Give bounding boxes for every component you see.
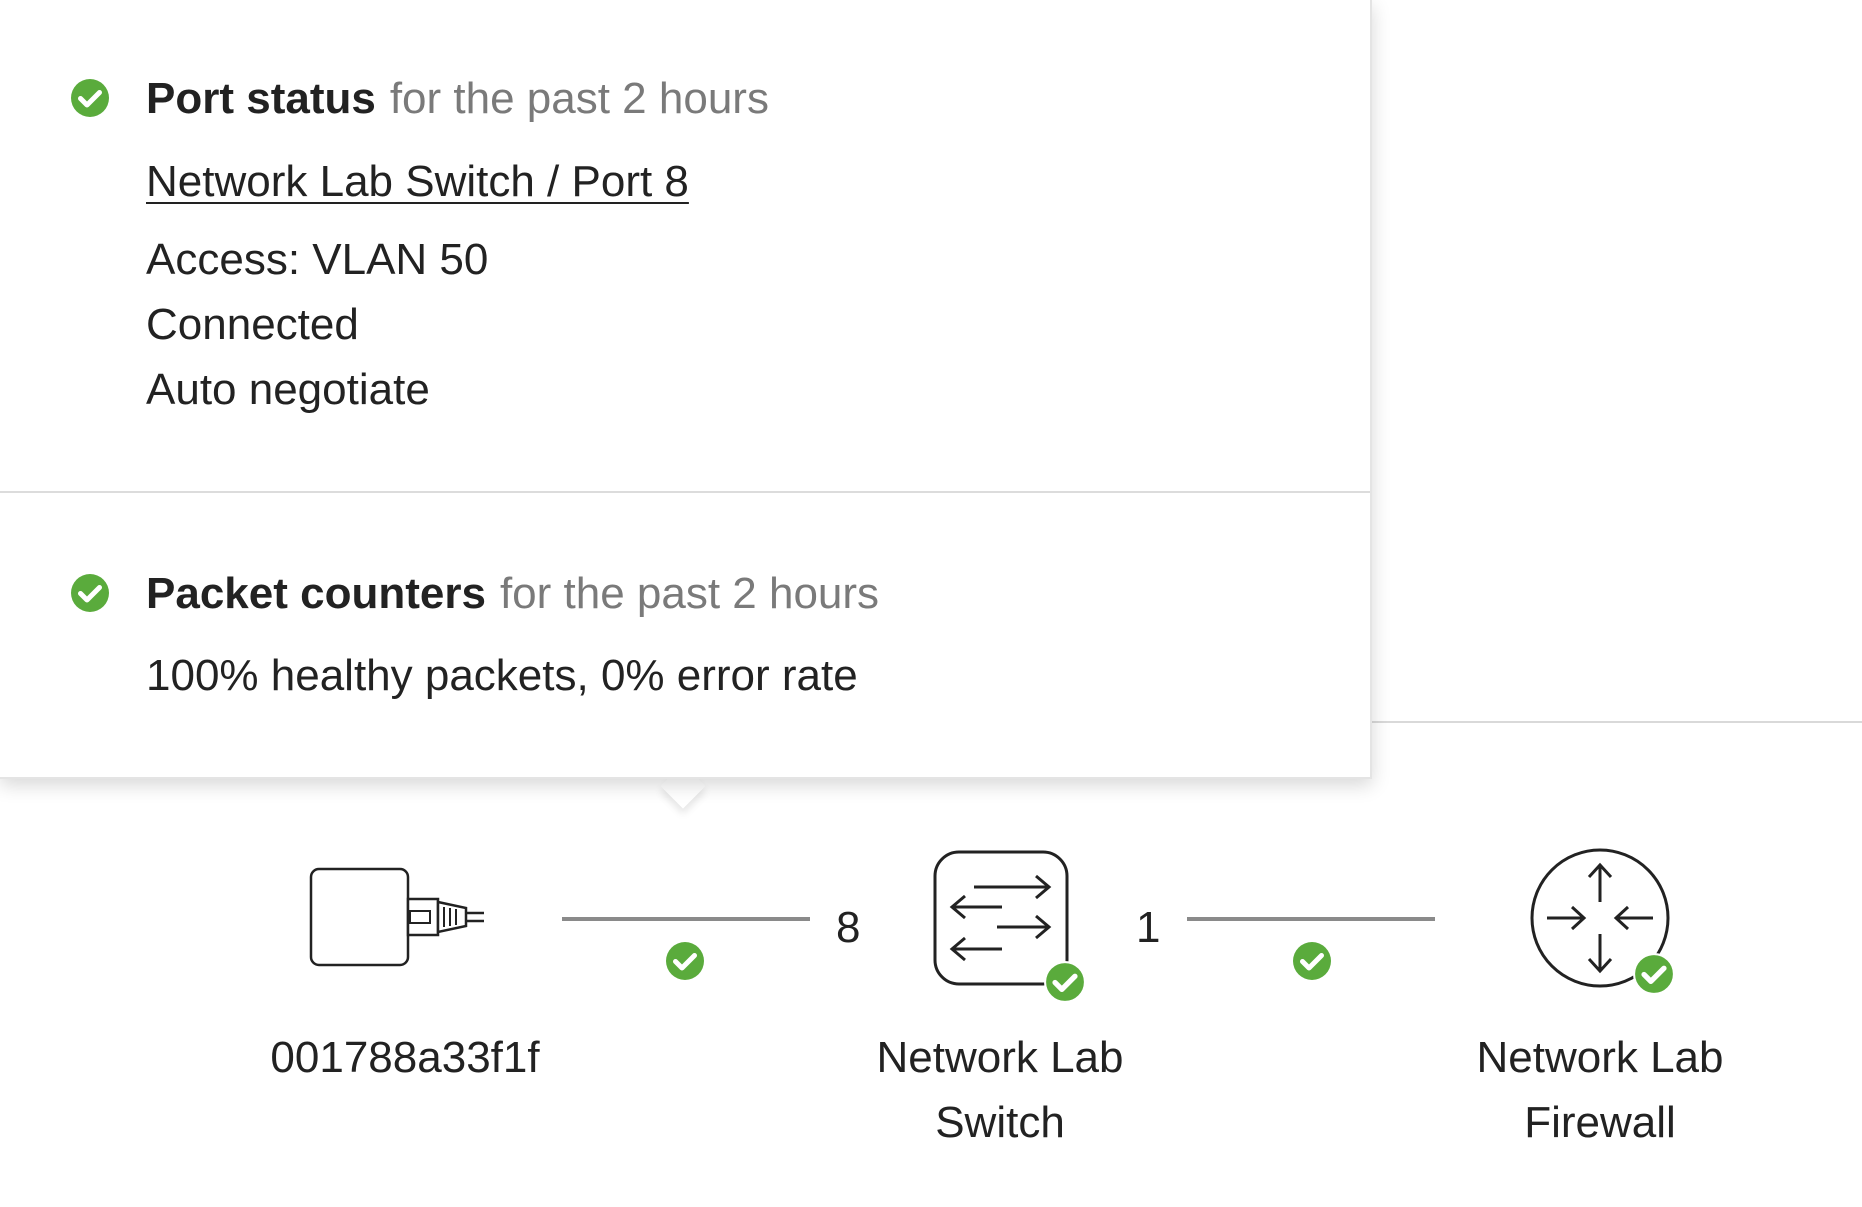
port-details-popover: Port status for the past 2 hours Network … — [0, 0, 1372, 779]
firewall-label-line1: Network Lab — [1476, 1033, 1724, 1082]
firewall-label-line2: Firewall — [1524, 1098, 1676, 1147]
port-negotiation-text: Auto negotiate — [146, 365, 430, 414]
switch-status-ok-icon — [1044, 961, 1086, 1003]
packet-counters-title: Packet counters — [146, 569, 486, 618]
switch-label-line1: Network Lab — [876, 1033, 1124, 1082]
switch-firewall-link — [1187, 917, 1435, 921]
uplink-port-number: 1 — [1136, 903, 1161, 952]
packet-counters-timeframe: for the past 2 hours — [499, 569, 880, 618]
link-status-ok-icon — [666, 942, 704, 980]
packet-counters-heading: Packet counters for the past 2 hours — [146, 568, 879, 620]
port-status-timeframe: for the past 2 hours — [389, 74, 769, 123]
content-divider — [1372, 721, 1862, 723]
packet-counters-section: Packet counters for the past 2 hours 100%… — [0, 493, 1370, 777]
status-ok-check-icon — [71, 79, 109, 117]
port-status-heading: Port status for the past 2 hours — [146, 73, 769, 125]
switch-port-link[interactable]: Network Lab Switch / Port 8 — [146, 156, 689, 208]
switch-label[interactable]: Network Lab Switch — [840, 1025, 1160, 1155]
port-vlan-text: Access: VLAN 50 — [146, 235, 489, 284]
client-device-label[interactable]: 001788a33f1f — [230, 1025, 580, 1090]
ethernet-device-icon[interactable] — [306, 864, 486, 970]
packet-summary-text: 100% healthy packets, 0% error rate — [146, 651, 858, 700]
switch-port-number: 8 — [836, 903, 861, 952]
port-status-section: Port status for the past 2 hours Network … — [0, 0, 1370, 493]
link-status-ok-icon — [1293, 942, 1331, 980]
status-ok-check-icon — [71, 574, 109, 612]
firewall-status-ok-icon — [1633, 953, 1675, 995]
firewall-label[interactable]: Network Lab Firewall — [1440, 1025, 1760, 1155]
port-connection-text: Connected — [146, 300, 359, 349]
switch-label-line2: Switch — [935, 1098, 1065, 1147]
client-switch-link — [562, 917, 810, 921]
port-status-title: Port status — [146, 74, 376, 123]
